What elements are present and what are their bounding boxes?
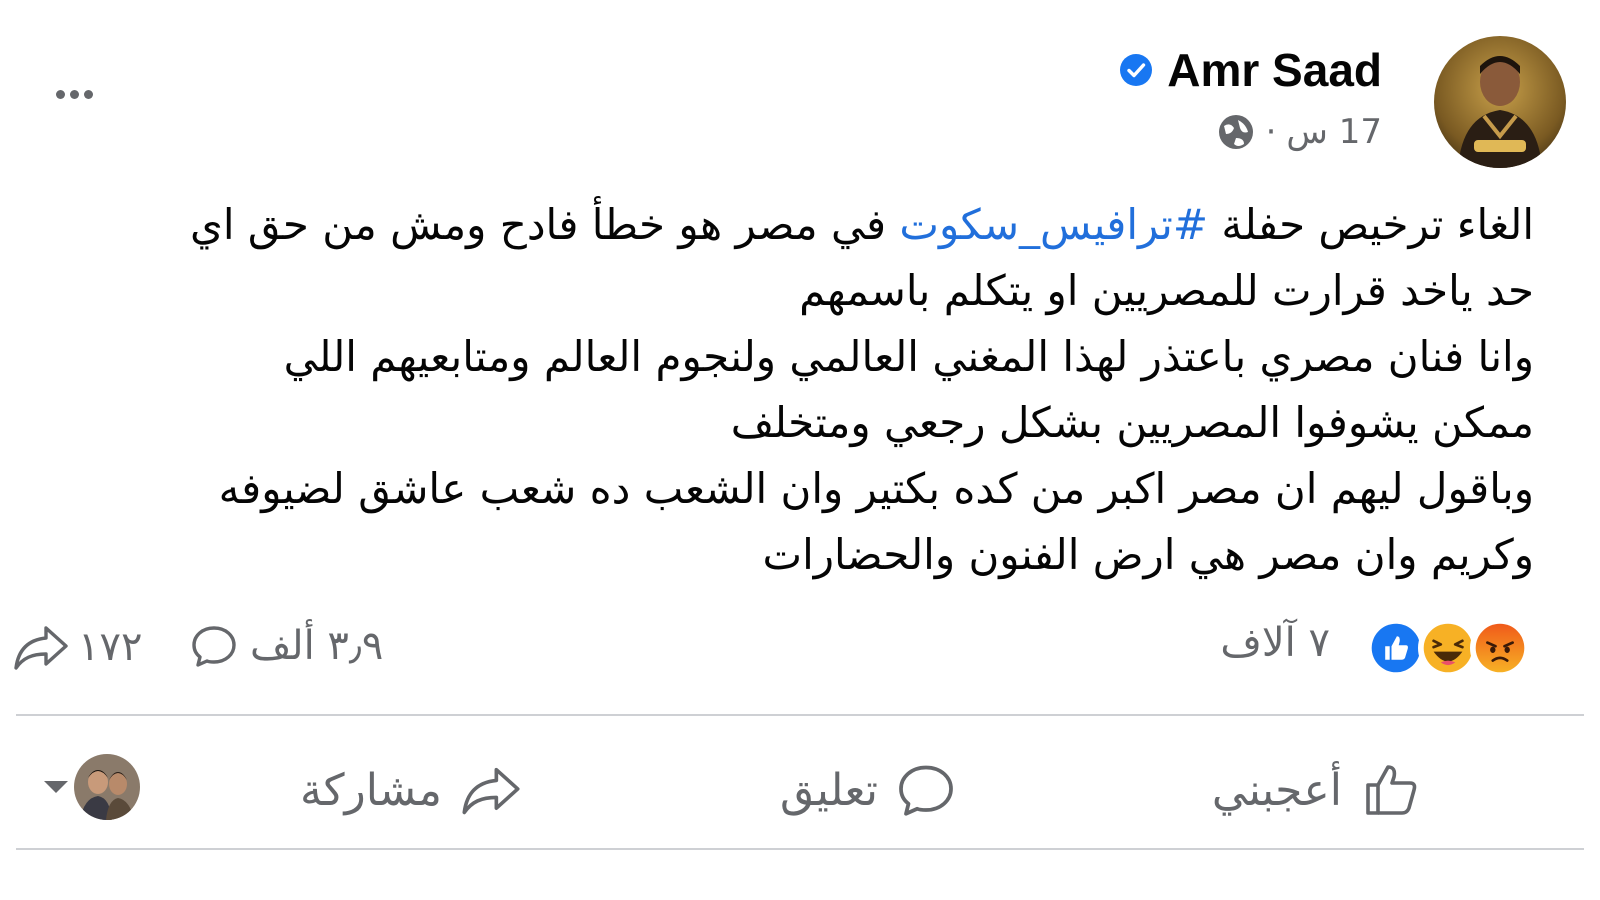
author-line: Amr Saad <box>1119 42 1382 98</box>
haha-reaction-icon <box>1418 618 1478 678</box>
comment-bubble-icon <box>192 626 236 667</box>
comment-button[interactable]: تعليق <box>780 750 956 830</box>
like-label: أعجبني <box>1211 764 1342 816</box>
actions-divider <box>16 848 1584 850</box>
meta-separator: · <box>1265 112 1277 152</box>
reactions-count[interactable]: ٧ آلاف <box>1220 620 1330 666</box>
post-body-line: حد ياخد قرارت للمصريين او يتكلم باسمهم <box>799 266 1534 315</box>
verified-badge-icon <box>1120 54 1153 86</box>
user-avatar <box>74 754 140 820</box>
post-body-line: وباقول ليهم ان مصر اكبر من كده بكتير وان… <box>218 464 1534 513</box>
chevron-down-icon <box>44 781 68 793</box>
author-name[interactable]: Amr Saad <box>1167 43 1382 97</box>
facebook-post: Amr Saad 17 س · الغاء ترخيص حفلة #ترافيس… <box>0 0 1600 900</box>
post-stats: ٧ آلاف ٣٫٩ ألف ١٧٢ <box>0 610 1600 682</box>
avatar-image <box>1434 36 1566 168</box>
post-body-line: الغاء ترخيص حفلة #ترافيس_سكوت في مصر هو … <box>34 192 1534 258</box>
like-reaction-icon <box>1366 618 1426 678</box>
more-options-button[interactable] <box>44 74 104 114</box>
comments-count-value: ٣٫٩ ألف <box>250 623 384 669</box>
angry-reaction-icon <box>1470 618 1530 678</box>
post-body: الغاء ترخيص حفلة #ترافيس_سكوت في مصر هو … <box>34 192 1534 588</box>
shares-count[interactable]: ١٧٢ <box>12 622 142 672</box>
user-avatar-image <box>74 754 140 820</box>
more-dot <box>55 89 65 99</box>
share-label: مشاركة <box>299 764 442 816</box>
comment-label: تعليق <box>779 764 878 816</box>
reaction-audience-selector[interactable] <box>44 754 140 820</box>
author-avatar[interactable] <box>1434 36 1566 168</box>
globe-icon[interactable] <box>1216 112 1256 152</box>
comment-icon <box>899 765 953 816</box>
post-text-segment: في مصر هو خطأ فادح ومش من حق اي <box>190 200 900 249</box>
post-text-segment: الغاء ترخيص حفلة <box>1208 200 1534 249</box>
share-button[interactable]: مشاركة <box>300 750 522 830</box>
post-body-line: وانا فنان مصري باعتذر لهذا المغني العالم… <box>283 332 1534 381</box>
post-timestamp[interactable]: 17 س <box>1286 112 1382 152</box>
stats-divider <box>16 714 1584 716</box>
share-arrow-icon <box>14 626 68 670</box>
comments-count[interactable]: ٣٫٩ ألف <box>190 622 383 670</box>
thumbs-up-icon <box>1366 765 1417 815</box>
more-dot <box>69 89 79 99</box>
post-meta: 17 س · <box>1216 110 1382 154</box>
hashtag-link[interactable]: #ترافيس_سكوت <box>899 200 1208 249</box>
like-button[interactable]: أعجبني <box>1212 750 1422 830</box>
shares-count-value: ١٧٢ <box>78 624 143 670</box>
share-icon <box>462 767 520 815</box>
action-bar: أعجبني تعليق مشاركة <box>0 740 1600 840</box>
post-body-line: وكريم وان مصر هي ارض الفنون والحضارات <box>762 530 1534 579</box>
reaction-icons[interactable] <box>1366 618 1530 678</box>
post-body-line: ممكن يشوفوا المصريين بشكل رجعي ومتخلف <box>730 398 1534 447</box>
more-dot <box>83 89 93 99</box>
